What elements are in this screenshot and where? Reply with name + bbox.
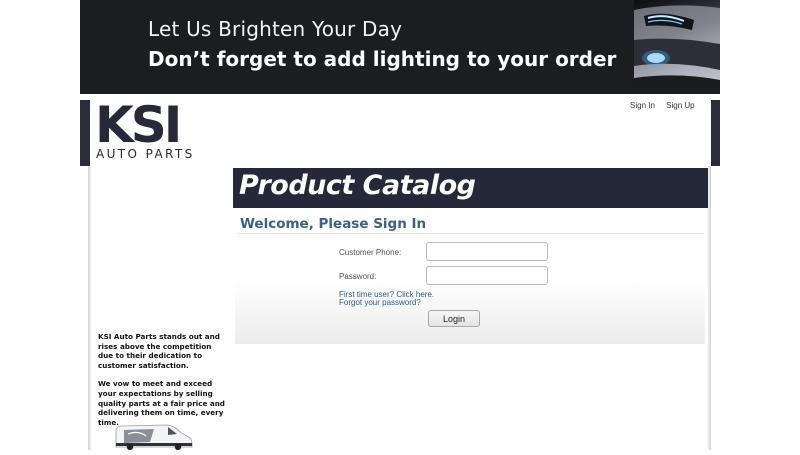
login-button[interactable]: Login [428,310,480,327]
about-text: KSI Auto Parts stands out and rises abov… [98,332,226,436]
about-paragraph-2: We vow to meet and exceed your expectati… [98,379,225,427]
sign-in-heading: Welcome, Please Sign In [240,216,427,232]
catalog-title: Product Catalog [239,170,476,201]
customer-phone-input[interactable] [426,242,548,261]
about-paragraph-1: KSI Auto Parts stands out and rises abov… [98,332,220,370]
frame-right-bar [711,100,720,166]
frame-left-bar [80,100,90,166]
lighting-banner[interactable]: Let Us Brighten Your Day Don’t forget to… [80,0,720,94]
catalog-header-bar: Product Catalog [233,168,708,208]
delivery-van-image [114,422,194,451]
page-shadow-right [707,166,711,450]
sign-in-link[interactable]: Sign In [630,101,655,110]
banner-tagline: Don’t forget to add lighting to your ord… [148,47,617,71]
forgot-password-link[interactable]: Forgot your password? [339,298,421,307]
logo-auto-parts-text: AUTO PARTS [96,147,195,161]
password-label: Password: [339,272,377,281]
page-shadow-left [88,166,92,450]
heading-divider [238,233,704,234]
account-links: Sign In Sign Up [630,101,704,110]
ksi-logo[interactable]: KSI AUTO PARTS [95,97,199,165]
customer-phone-label: Customer Phone: [339,248,402,257]
banner-headline: Let Us Brighten Your Day [148,17,403,41]
logo-ksi-text: KSI [95,96,182,154]
sign-up-link[interactable]: Sign Up [666,101,694,110]
car-headlight-image [634,0,720,94]
password-input[interactable] [426,266,548,285]
